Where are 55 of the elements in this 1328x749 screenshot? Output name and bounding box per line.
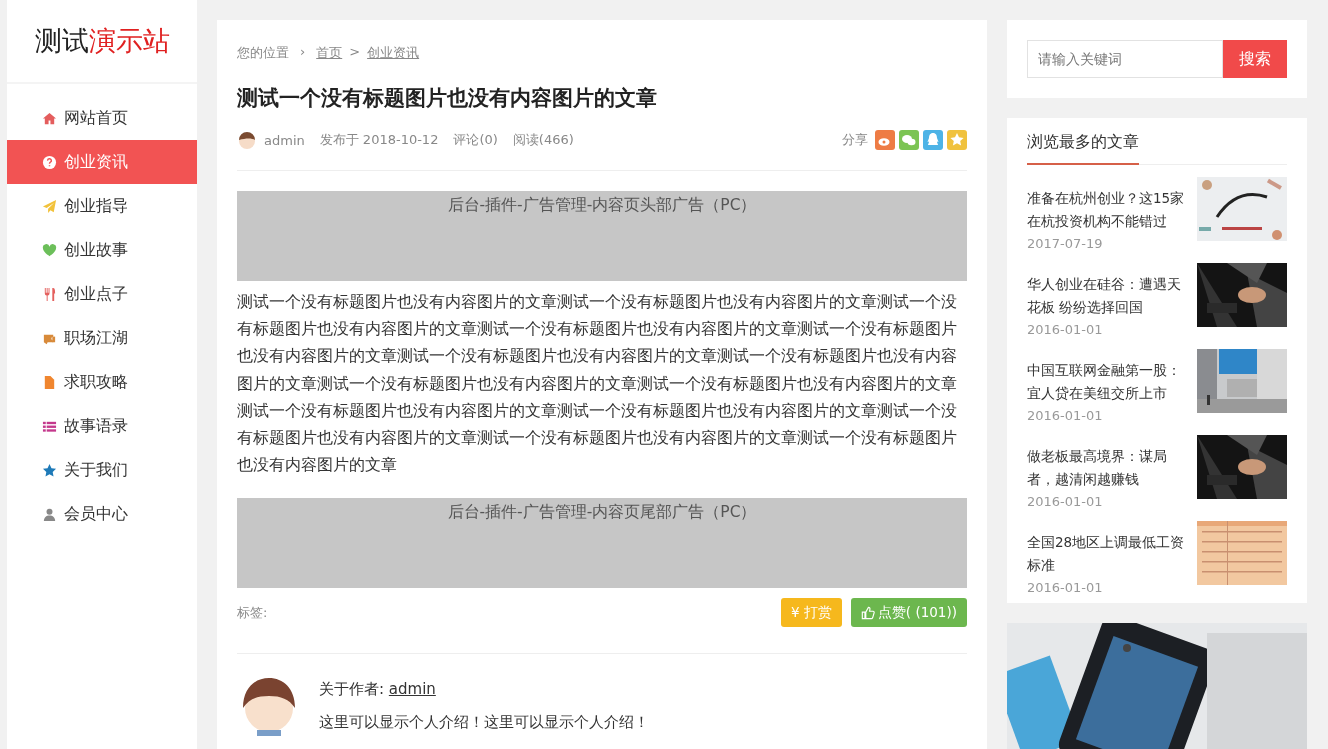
nav-item[interactable]: 求职攻略 <box>7 360 197 404</box>
nav-item[interactable]: 故事语录 <box>7 404 197 448</box>
nav-item[interactable]: 创业点子 <box>7 272 197 316</box>
comment-count: 评论(0) <box>453 131 498 149</box>
ad-text: 后台-插件-广告管理-内容页尾部广告（PC） <box>447 502 757 524</box>
tags-label: 标签: <box>237 603 268 622</box>
breadcrumb-arrow: › <box>300 44 306 61</box>
publish-date: 发布于 2018-10-12 <box>319 131 439 149</box>
article-title: 测试一个没有标题图片也没有内容图片的文章 <box>237 85 658 112</box>
breadcrumb-link[interactable]: 创业资讯 <box>367 44 420 62</box>
article-date: 2016-01-01 <box>1027 580 1104 595</box>
star-icon <box>42 462 57 478</box>
author-link[interactable]: admin <box>388 680 436 699</box>
cutlery-icon <box>42 286 57 302</box>
article-link[interactable]: 全国28地区上调最低工资标准 <box>1027 531 1192 577</box>
author-bio: 这里可以显示个人介绍！这里可以显示个人介绍！ <box>319 713 649 733</box>
home-icon <box>42 110 57 126</box>
author-label: 关于作者: <box>319 680 385 699</box>
article-date: 2016-01-01 <box>1027 494 1104 509</box>
breadcrumb-separator: > <box>349 44 361 61</box>
article-date: 2017-07-19 <box>1027 236 1104 251</box>
article-date: 2016-01-01 <box>1027 322 1104 337</box>
article-link[interactable]: 做老板最高境界：谋局者，越清闲越赚钱 <box>1027 445 1192 491</box>
qq-share-icon[interactable] <box>923 130 943 150</box>
weibo-share-icon[interactable] <box>875 130 895 150</box>
view-count: 阅读(466) <box>512 131 574 149</box>
section-title: 浏览最多的文章 <box>1027 132 1140 153</box>
author-name: admin <box>264 132 305 148</box>
article-body: 测试一个没有标题图片也没有内容图片的文章测试一个没有标题图片也没有内容图片的文章测试一个没有标题图片也没有内容图片的文章测试一个没有标题图片也没有内容图片的文章测试一个没有标题图片也没有内容图片的文章测试一个没有标题图片也没有内容图片的文章测试一个没有标题图片也没有内容图片的文章测试一个没有标题图片也没有内容图片的文章测试一个没有标题图片也没有内容图片的文章测试一个没有标题图片也没有内容图片的文章测试一个没有标题图片也没有内容图片的文章测试一个没有标题图片也没有内容图片的文章测试一个没有标题图片也没有内容图片的文章测试一个没有标题图片也没有内容图片的文章 <box>237 291 958 477</box>
heart-icon <box>42 242 57 258</box>
share-label: 分享 <box>842 131 868 149</box>
plane-icon <box>42 198 57 214</box>
thumbs-up-icon <box>860 605 875 620</box>
question-icon <box>42 154 57 170</box>
wechat-share-icon[interactable] <box>899 130 919 150</box>
nav-item[interactable]: 会员中心 <box>7 492 197 536</box>
search-button[interactable]: 搜索 <box>1223 40 1287 78</box>
nav-item[interactable]: 关于我们 <box>7 448 197 492</box>
article-link[interactable]: 中国互联网金融第一股：宜人贷在美纽交所上市 <box>1027 359 1192 405</box>
article-date: 2016-01-01 <box>1027 408 1104 423</box>
user-icon <box>42 506 57 522</box>
qzone-share-icon[interactable] <box>947 130 967 150</box>
article-link[interactable]: 华人创业在硅谷：遭遇天花板 纷纷选择回国 <box>1027 273 1192 319</box>
nav-item[interactable]: 创业指导 <box>7 184 197 228</box>
search-field[interactable]: 请输入关键词 <box>1027 40 1223 78</box>
nav-item[interactable]: 创业故事 <box>7 228 197 272</box>
article-link[interactable]: 准备在杭州创业？这15家在杭投资机构不能错过 <box>1027 187 1192 233</box>
nav-item[interactable]: 网站首页 <box>7 96 197 140</box>
site-logo[interactable]: 测试演示站 <box>7 0 197 84</box>
avatar-icon <box>237 130 257 150</box>
breadcrumb-link[interactable]: 首页 <box>316 44 343 62</box>
ad-text: 后台-插件-广告管理-内容页头部广告（PC） <box>447 195 757 216</box>
file-icon <box>42 374 57 390</box>
breadcrumb-label: 您的位置 <box>237 44 289 62</box>
nav-item[interactable]: 职场江湖 <box>7 316 197 360</box>
